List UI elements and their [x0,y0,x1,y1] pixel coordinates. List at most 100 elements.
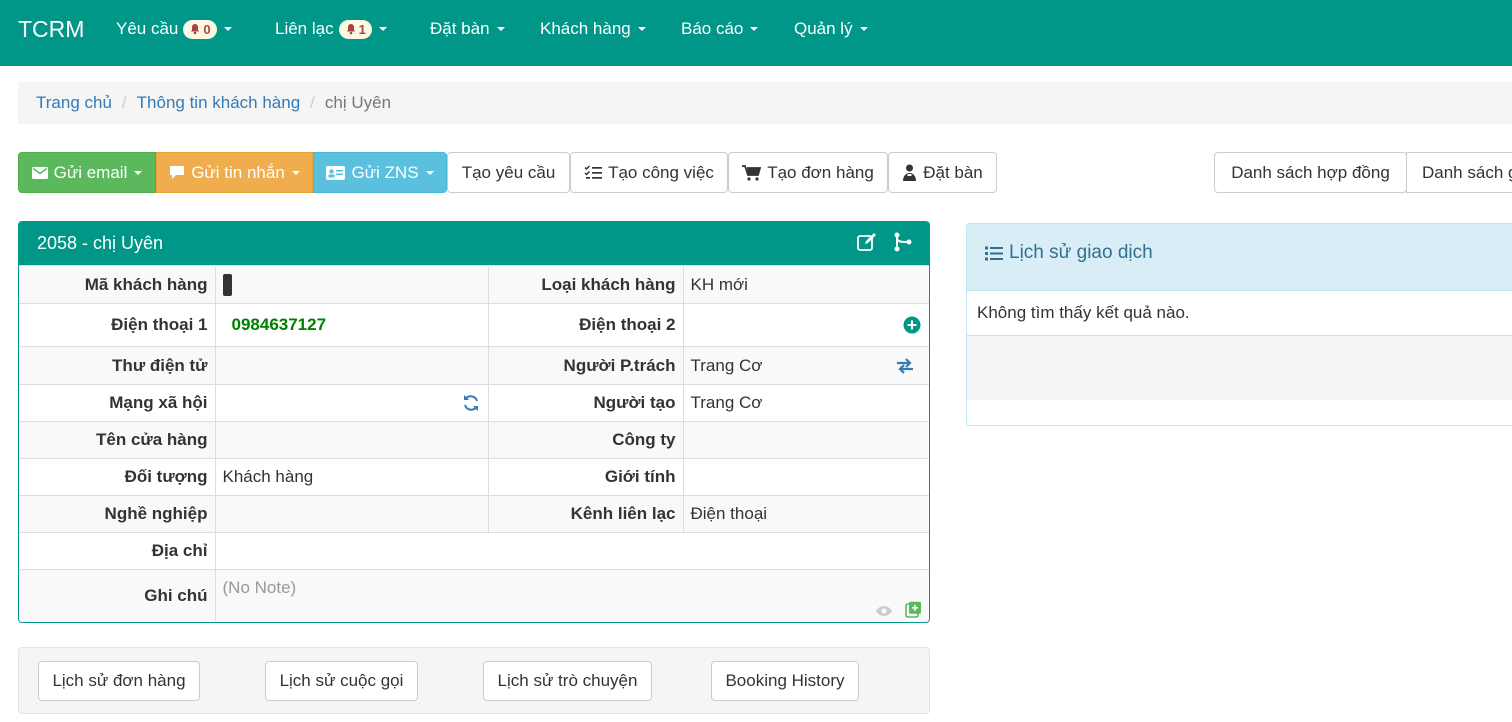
create-task-button[interactable]: Tạo công việc [570,152,728,193]
create-order-label: Tạo đơn hàng [767,162,874,182]
note-value: (No Note) [222,578,297,597]
checklist-icon [584,165,603,180]
requests-count: 0 [203,21,211,37]
eye-icon[interactable] [875,605,893,617]
creator-value: Trang Cơ [683,384,929,422]
chat-history-button[interactable]: Lịch sử trò chuyện [483,661,652,701]
table-row: Mạng xã hội Người tạo Trang Cơ [19,384,929,422]
table-row: Thư điện tử Người P.trách Trang Cơ [19,346,929,385]
send-zns-button[interactable]: Gửi ZNS [313,152,447,193]
field-label: Giới tính [488,458,684,496]
order-history-button[interactable]: Lịch sử đơn hàng [38,661,200,701]
nav-booking[interactable]: Đặt bàn [430,19,505,39]
phone1-link[interactable]: 0984637127 [232,315,327,334]
booking-history-button[interactable]: Booking History [711,661,859,701]
chevron-down-icon [859,27,868,31]
customer-code-redacted [222,273,232,296]
add-note-icon[interactable] [905,601,922,618]
table-row: Mã khách hàng Loại khách hàng KH mới [19,265,929,304]
comment-icon [169,165,185,180]
field-label: Mã khách hàng [19,265,216,304]
call-history-label: Lịch sử cuộc gọi [279,671,404,690]
store-name-value [215,421,489,459]
breadcrumb-home[interactable]: Trang chủ [36,93,112,113]
field-label: Điện thoại 2 [488,303,684,347]
social-cell [215,384,489,422]
refresh-icon[interactable] [462,394,480,412]
field-label: Địa chỉ [19,532,216,570]
chevron-down-icon [750,27,759,31]
book-table-button[interactable]: Đặt bàn [888,152,997,193]
create-order-button[interactable]: Tạo đơn hàng [728,152,888,193]
gender-value [683,458,929,496]
company-value [683,421,929,459]
email-value [215,346,489,385]
nav-contacts[interactable]: Liên lạc 1 [275,19,387,39]
send-message-label: Gửi tin nhắn [191,162,285,182]
field-label: Loại khách hàng [488,265,684,304]
nav-booking-label: Đặt bàn [430,19,490,38]
order-history-label: Lịch sử đơn hàng [52,671,186,690]
table-row: Đối tượng Khách hàng Giới tính [19,458,929,496]
book-table-label: Đặt bàn [923,162,983,182]
transfer-icon[interactable] [895,357,915,374]
chevron-down-icon [223,27,232,31]
nav-management-label: Quản lý [794,19,853,38]
table-row: Nghề nghiệp Kênh liên lạc Điện thoại [19,495,929,533]
chevron-down-icon [291,170,300,175]
note-cell: (No Note) [215,569,929,622]
transaction-history-title: Lịch sử giao dịch [1009,242,1153,263]
contract-list-label: Danh sách hợp đồng [1231,162,1390,182]
add-phone-icon[interactable] [903,316,921,334]
brand-logo[interactable]: TCRM [18,16,84,43]
edit-icon[interactable] [857,232,877,257]
bell-icon [191,24,200,35]
create-task-label: Tạo công việc [608,162,714,182]
nav-contacts-label: Liên lạc [275,19,334,38]
breadcrumb-separator: / [310,93,315,112]
other-list-label: Danh sách g [1422,162,1512,182]
send-zns-label: Gửi ZNS [351,162,419,182]
other-list-button[interactable]: Danh sách g [1406,152,1512,193]
create-request-button[interactable]: Tạo yêu cầu [447,152,570,193]
nav-requests[interactable]: Yêu cầu 0 [116,19,232,39]
no-results-message: Không tìm thấy kết quả nào. [967,291,1512,336]
field-label: Kênh liên lạc [488,495,684,533]
cart-icon [742,164,762,181]
table-row: Ghi chú (No Note) [19,569,929,622]
field-label: Điện thoại 1 [19,303,216,347]
nav-reports[interactable]: Báo cáo [681,19,759,39]
customer-info-table: Mã khách hàng Loại khách hàng KH mới Điệ… [19,265,929,622]
send-email-button[interactable]: Gửi email [18,152,156,193]
nav-customers[interactable]: Khách hàng [540,19,646,39]
breadcrumb-customer-info[interactable]: Thông tin khách hàng [137,93,301,113]
contact-channel-value: Điện thoại [683,495,929,533]
customer-title: 2058 - chị Uyên [37,233,164,253]
field-label: Người tạo [488,384,684,422]
chat-history-label: Lịch sử trò chuyện [497,671,638,690]
customer-info-panel: 2058 - chị Uyên Mã khách hàng Loại khách… [18,221,930,623]
send-email-label: Gửi email [53,162,128,182]
chevron-down-icon [425,170,434,175]
contacts-count: 1 [358,21,366,37]
nav-management[interactable]: Quản lý [794,19,868,39]
top-navbar: TCRM Yêu cầu 0 Liên lạc 1 Đặt bàn Khách … [0,0,1512,66]
transaction-history-panel: Lịch sử giao dịch Không tìm thấy kết quả… [966,223,1512,426]
send-message-button[interactable]: Gửi tin nhắn [156,152,313,193]
address-value [215,532,929,570]
merge-icon[interactable] [893,232,913,257]
breadcrumb: Trang chủ / Thông tin khách hàng / chị U… [18,82,1512,124]
call-history-button[interactable]: Lịch sử cuộc gọi [265,661,418,701]
contract-list-button[interactable]: Danh sách hợp đồng [1214,152,1407,193]
field-label: Công ty [488,421,684,459]
chevron-down-icon [378,27,387,31]
contacts-count-badge: 1 [338,19,372,39]
id-card-icon [326,165,346,180]
phone2-cell [683,303,929,347]
booking-history-label: Booking History [725,671,845,690]
customer-type-value: KH mới [683,265,929,304]
audience-value: Khách hàng [215,458,489,496]
chevron-down-icon [637,27,646,31]
customer-code-value [215,265,489,304]
nav-requests-label: Yêu cầu [116,19,179,38]
